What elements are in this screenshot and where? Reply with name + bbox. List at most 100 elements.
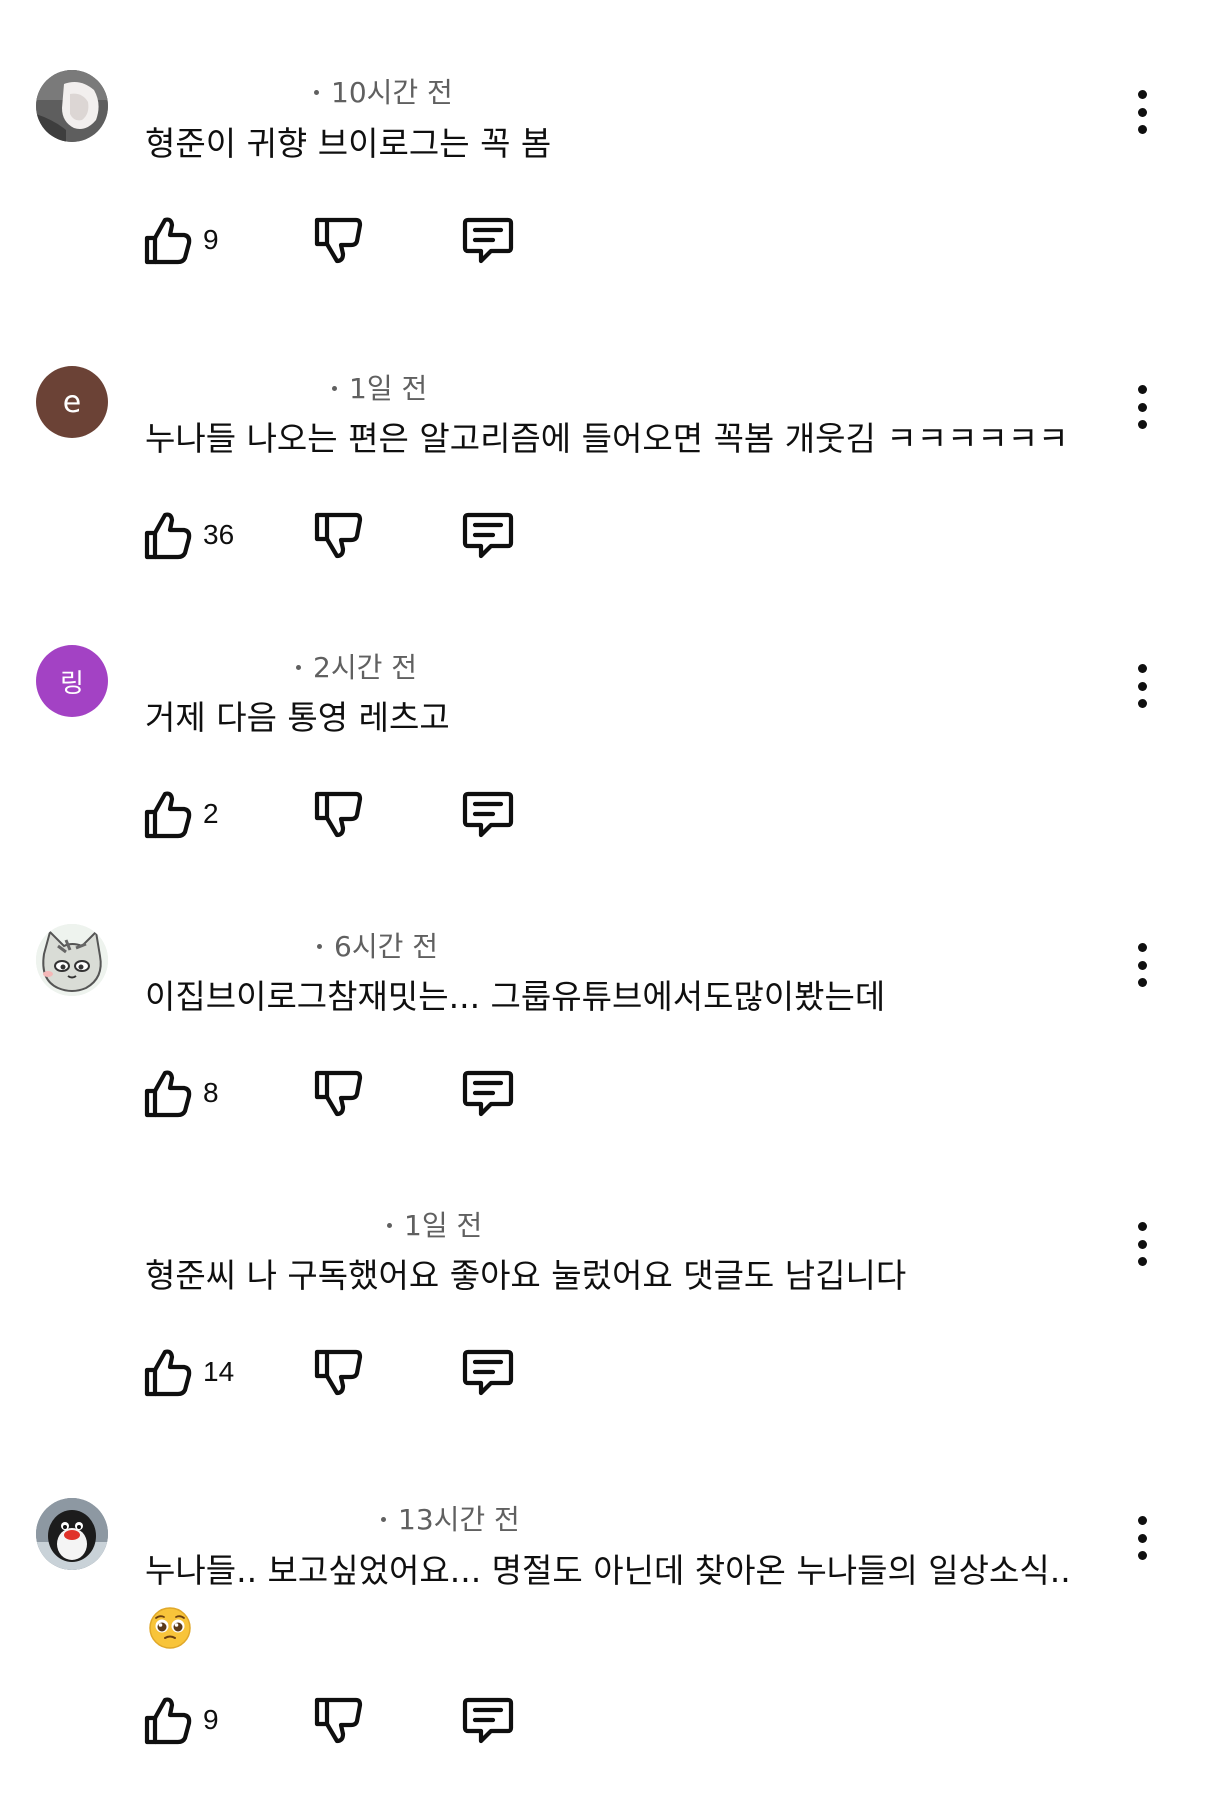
like-count: 36 bbox=[203, 519, 235, 550]
more-dot-icon bbox=[1137, 960, 1147, 970]
reply-comment-icon bbox=[462, 791, 514, 838]
comment-actions: 9 bbox=[143, 1692, 543, 1748]
like-count: 8 bbox=[203, 1077, 219, 1108]
dislike-button[interactable] bbox=[313, 786, 363, 842]
more-options-button[interactable] bbox=[1122, 939, 1162, 991]
thumbs-down-icon bbox=[314, 1697, 363, 1744]
comment-text: 형준씨 나 구독했어요 좋아요 눌렀어요 댓글도 남깁니다 bbox=[145, 1256, 907, 1295]
reply-comment-icon bbox=[462, 512, 514, 559]
avatar-letter: 링 bbox=[60, 668, 84, 699]
more-dot-icon bbox=[1137, 107, 1147, 117]
avatar[interactable] bbox=[36, 1498, 108, 1570]
comment-meta: 1일 전 bbox=[332, 372, 427, 406]
comment-actions: 9 bbox=[143, 212, 543, 268]
avatar-letter: e bbox=[62, 384, 82, 420]
comment-actions: 36 bbox=[143, 507, 543, 563]
comment-time: 6시간 전 bbox=[334, 930, 438, 963]
avatar[interactable] bbox=[36, 70, 108, 142]
thumbs-up-icon bbox=[144, 1070, 192, 1118]
more-dot-icon bbox=[1137, 699, 1147, 708]
comment-actions: 2 bbox=[143, 786, 543, 842]
thumbs-up-icon bbox=[144, 1697, 192, 1745]
thumbs-down-icon bbox=[314, 1349, 363, 1396]
more-dot-icon bbox=[1137, 1257, 1147, 1266]
avatar[interactable]: e bbox=[36, 366, 108, 438]
like-button[interactable]: 2 bbox=[143, 786, 219, 842]
thumbs-up-icon bbox=[144, 791, 192, 839]
thumbs-down-icon bbox=[314, 1070, 363, 1117]
reply-button[interactable] bbox=[461, 507, 515, 563]
reply-comment-icon bbox=[462, 1070, 514, 1117]
more-options-button[interactable] bbox=[1122, 660, 1162, 712]
more-dot-icon bbox=[1137, 664, 1147, 673]
comment-time: 1일 전 bbox=[404, 1209, 483, 1242]
like-button[interactable]: 8 bbox=[143, 1065, 219, 1121]
separator-dot-icon bbox=[387, 1222, 392, 1228]
more-dot-icon bbox=[1137, 681, 1147, 691]
more-dot-icon bbox=[1137, 1222, 1147, 1231]
reply-button[interactable] bbox=[461, 1692, 515, 1748]
more-options-button[interactable] bbox=[1122, 1218, 1162, 1270]
cartoon-cat-avatar-icon bbox=[36, 924, 108, 996]
more-options-button[interactable] bbox=[1122, 1512, 1162, 1564]
comment-meta: 10시간 전 bbox=[314, 76, 453, 110]
more-dot-icon bbox=[1137, 978, 1147, 987]
comment-meta: 13시간 전 bbox=[381, 1503, 520, 1537]
thumbs-down-icon bbox=[314, 512, 363, 559]
more-dot-icon bbox=[1137, 1533, 1147, 1543]
separator-dot-icon bbox=[381, 1516, 386, 1522]
comment-time: 1일 전 bbox=[349, 372, 428, 405]
more-options-button[interactable] bbox=[1122, 381, 1162, 433]
reply-button[interactable] bbox=[461, 1344, 515, 1400]
penguin-avatar-icon bbox=[36, 1498, 108, 1570]
comment-meta: 1일 전 bbox=[387, 1209, 482, 1243]
more-dot-icon bbox=[1137, 1239, 1147, 1249]
comment-meta: 2시간 전 bbox=[296, 651, 417, 685]
reply-button[interactable] bbox=[461, 786, 515, 842]
reply-comment-icon bbox=[462, 217, 514, 264]
comment-meta: 6시간 전 bbox=[317, 930, 438, 964]
comment-text: 누나들.. 보고싶었어요... 명절도 아닌데 찾아온 누나들의 일상소식.. bbox=[145, 1551, 1071, 1590]
reply-button[interactable] bbox=[461, 212, 515, 268]
more-dot-icon bbox=[1137, 420, 1147, 429]
reply-button[interactable] bbox=[461, 1065, 515, 1121]
avatar[interactable]: 링 bbox=[36, 645, 108, 717]
dislike-button[interactable] bbox=[313, 1344, 363, 1400]
like-count: 9 bbox=[203, 1704, 219, 1735]
pleading-face-emoji-icon bbox=[148, 1606, 192, 1650]
thumbs-down-icon bbox=[314, 217, 363, 264]
more-dot-icon bbox=[1137, 1551, 1147, 1560]
dislike-button[interactable] bbox=[313, 1065, 363, 1121]
like-button[interactable]: 14 bbox=[143, 1344, 234, 1400]
more-options-button[interactable] bbox=[1122, 86, 1162, 138]
separator-dot-icon bbox=[296, 664, 301, 670]
reply-comment-icon bbox=[462, 1697, 514, 1744]
dislike-button[interactable] bbox=[313, 212, 363, 268]
like-button[interactable]: 9 bbox=[143, 212, 219, 268]
thumbs-up-icon bbox=[144, 512, 192, 560]
more-dot-icon bbox=[1137, 943, 1147, 952]
more-dot-icon bbox=[1137, 402, 1147, 412]
separator-dot-icon bbox=[332, 385, 337, 391]
comment-actions: 14 bbox=[143, 1344, 543, 1400]
comment-time: 13시간 전 bbox=[398, 1503, 520, 1536]
avatar[interactable] bbox=[36, 924, 108, 996]
dislike-button[interactable] bbox=[313, 1692, 363, 1748]
like-button[interactable]: 9 bbox=[143, 1692, 219, 1748]
comment-text: 누나들 나오는 편은 알고리즘에 들어오면 꼭봄 개웃김 ㅋㅋㅋㅋㅋㅋ bbox=[145, 419, 1069, 458]
more-dot-icon bbox=[1137, 125, 1147, 134]
more-dot-icon bbox=[1137, 385, 1147, 394]
reply-comment-icon bbox=[462, 1349, 514, 1396]
dislike-button[interactable] bbox=[313, 507, 363, 563]
separator-dot-icon bbox=[317, 943, 322, 949]
comment-time: 2시간 전 bbox=[313, 651, 417, 684]
more-dot-icon bbox=[1137, 90, 1147, 99]
like-count: 9 bbox=[203, 224, 219, 255]
profile-photo-hand-icon bbox=[36, 70, 108, 142]
like-button[interactable]: 36 bbox=[143, 507, 234, 563]
comment-time: 10시간 전 bbox=[331, 76, 453, 109]
comment-actions: 8 bbox=[143, 1065, 543, 1121]
like-count: 2 bbox=[203, 798, 219, 829]
comment-text: 이집브이로그참재밋는... 그룹유튜브에서도많이봤는데 bbox=[145, 977, 886, 1016]
thumbs-down-icon bbox=[314, 791, 363, 838]
